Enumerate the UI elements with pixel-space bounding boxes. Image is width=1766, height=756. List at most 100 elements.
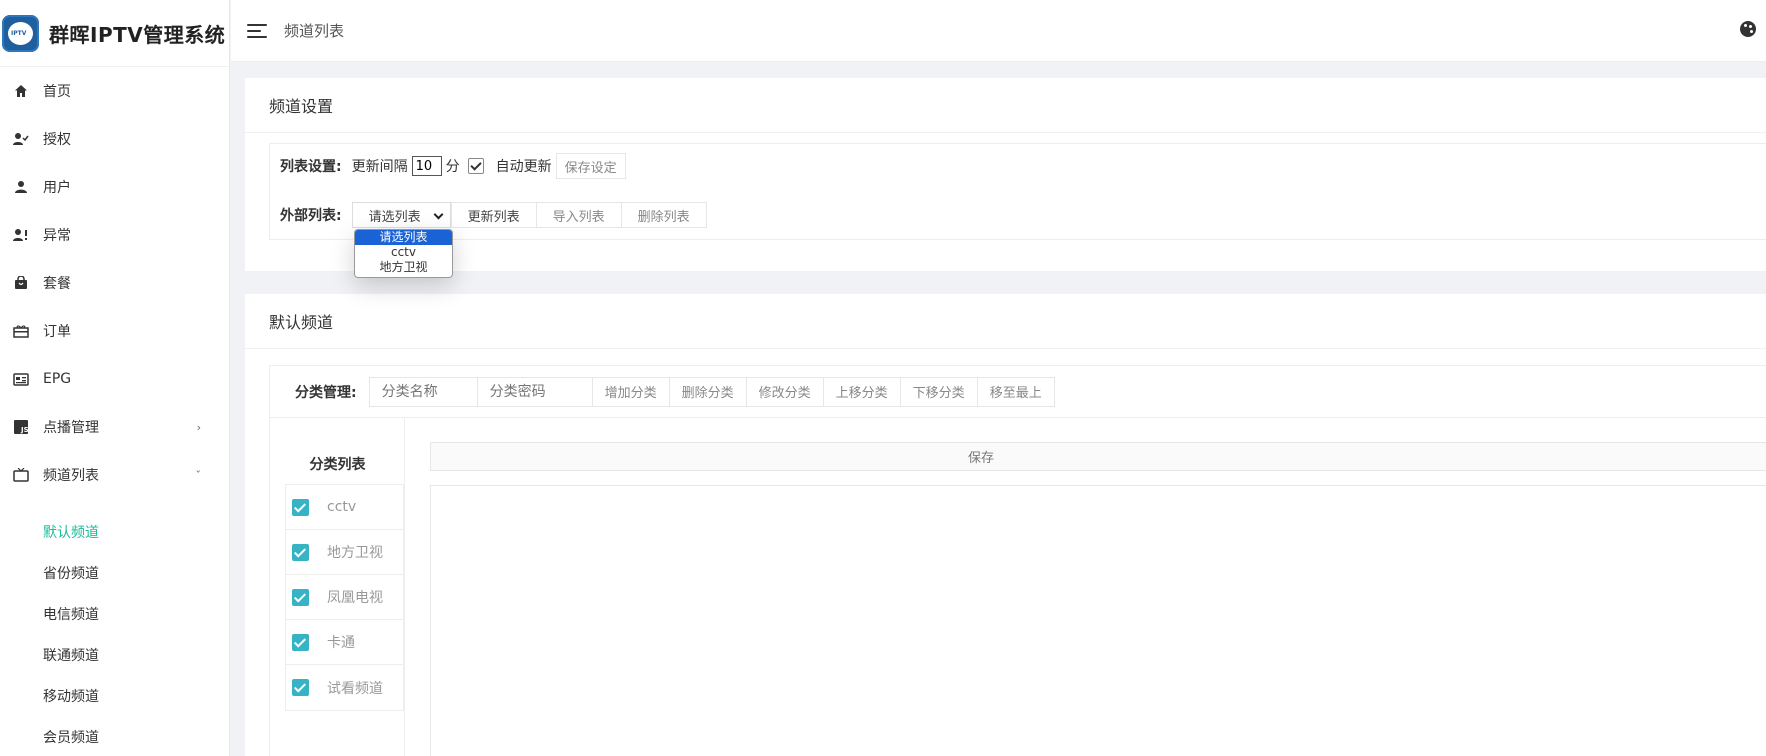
list-item[interactable]: 凤凰电视 xyxy=(286,575,403,620)
submenu-item-default[interactable]: 默认频道 xyxy=(0,511,229,552)
top-header: 频道列表 xyxy=(231,0,1766,62)
submenu-item-member[interactable]: 会员频道 xyxy=(0,716,229,756)
channel-content-area[interactable] xyxy=(430,485,1766,756)
user-icon xyxy=(13,179,29,195)
submenu-item-unicom[interactable]: 联通频道 xyxy=(0,634,229,675)
iptv-logo-icon xyxy=(2,14,39,52)
sidebar-item-channels[interactable]: 频道列表 ˇ xyxy=(0,451,229,499)
category-box: 分类管理: 增加分类 删除分类 修改分类 上移分类 下移分类 移至最上 分类列表… xyxy=(269,365,1766,756)
sidebar-item-vod[interactable]: JS 点播管理 › xyxy=(0,403,229,451)
category-name: cctv xyxy=(327,499,357,515)
sidebar-menu: 首页 授权 用户 异常 套餐 订单 EPG JS 点播管理 › 频道列表 ˇ xyxy=(0,67,229,499)
category-list: cctv 地方卫视 凤凰电视 卡通 试看频道 xyxy=(285,484,404,711)
category-name: 试看频道 xyxy=(327,680,383,697)
dropdown-option[interactable]: 地方卫视 xyxy=(355,260,452,275)
gift-icon xyxy=(13,323,29,339)
channel-submenu: 默认频道 省份频道 电信频道 联通频道 移动频道 会员频道 xyxy=(0,499,229,756)
list-item[interactable]: 地方卫视 xyxy=(286,530,403,575)
checkbox-checked-icon[interactable] xyxy=(292,498,309,516)
category-password-input[interactable] xyxy=(477,376,593,407)
submenu-item-mobile[interactable]: 移动频道 xyxy=(0,675,229,716)
list-button-group: 更新列表 导入列表 删除列表 xyxy=(450,202,707,228)
sidebar-item-users[interactable]: 用户 xyxy=(0,163,229,211)
update-list-button[interactable]: 更新列表 xyxy=(450,202,536,228)
palette-icon[interactable] xyxy=(1740,21,1756,37)
chevron-right-icon: › xyxy=(196,420,201,434)
sidebar-item-label: 频道列表 xyxy=(43,468,99,484)
move-top-category-button[interactable]: 移至最上 xyxy=(977,376,1055,407)
checkbox-checked-icon[interactable] xyxy=(292,543,309,561)
brand: 群晖IPTV管理系统 xyxy=(0,0,229,67)
sidebar-item-label: 异常 xyxy=(43,228,71,244)
user-check-icon xyxy=(13,131,29,147)
category-manage-label: 分类管理: xyxy=(295,384,357,401)
sidebar-item-orders[interactable]: 订单 xyxy=(0,307,229,355)
bag-icon xyxy=(13,275,29,291)
move-down-category-button[interactable]: 下移分类 xyxy=(900,376,978,407)
sidebar-item-package[interactable]: 套餐 xyxy=(0,259,229,307)
js-icon: JS xyxy=(13,419,29,435)
interval-unit: 分 xyxy=(445,159,460,175)
list-settings-label: 列表设置: xyxy=(280,159,342,175)
tv-icon xyxy=(13,467,29,483)
sidebar-item-epg[interactable]: EPG xyxy=(0,355,229,403)
delete-list-button[interactable]: 删除列表 xyxy=(620,202,707,228)
save-button[interactable]: 保存 xyxy=(430,442,1766,471)
list-item[interactable]: cctv xyxy=(286,485,403,530)
move-up-category-button[interactable]: 上移分类 xyxy=(823,376,901,407)
sidebar-item-abnormal[interactable]: 异常 xyxy=(0,211,229,259)
checkbox-checked-icon[interactable] xyxy=(292,679,309,696)
import-list-button[interactable]: 导入列表 xyxy=(535,202,621,228)
edit-category-button[interactable]: 修改分类 xyxy=(746,376,824,407)
interval-label: 更新间隔 xyxy=(351,159,408,175)
sidebar-item-label: EPG xyxy=(43,371,72,387)
sidebar-item-label: 订单 xyxy=(43,324,71,340)
page-title: 频道列表 xyxy=(284,22,345,40)
interval-input[interactable] xyxy=(411,156,442,176)
list-item[interactable]: 试看频道 xyxy=(286,665,403,710)
category-list-header: 分类列表 xyxy=(309,457,366,473)
sidebar-item-label: 授权 xyxy=(43,132,71,148)
external-list-row: 外部列表: 请选列表 更新列表 导入列表 删除列表 xyxy=(280,202,707,228)
sidebar-item-auth[interactable]: 授权 xyxy=(0,115,229,163)
submenu-item-telecom[interactable]: 电信频道 xyxy=(0,593,229,634)
sidebar: 群晖IPTV管理系统 首页 授权 用户 异常 xyxy=(0,0,230,756)
sidebar-item-home[interactable]: 首页 xyxy=(0,67,229,115)
auto-update-label: 自动更新 xyxy=(495,159,552,175)
list-settings-row: 列表设置: 更新间隔 分 自动更新 保存设定 xyxy=(280,153,626,179)
checkbox-checked-icon[interactable] xyxy=(292,633,309,651)
app-title: 群晖IPTV管理系统 xyxy=(49,22,226,47)
save-settings-button[interactable]: 保存设定 xyxy=(555,153,626,179)
list-item[interactable]: 卡通 xyxy=(286,620,403,665)
external-list-dropdown: 请选列表 cctv 地方卫视 xyxy=(354,229,453,278)
default-channel-card: 默认频道 分类管理: 增加分类 删除分类 修改分类 上移分类 下移分类 移至最上… xyxy=(245,294,1766,756)
category-name: 凤凰电视 xyxy=(327,590,383,606)
category-list-panel: 分类列表 cctv 地方卫视 凤凰电视 卡通 试看频道 xyxy=(270,418,405,756)
svg-text:JS: JS xyxy=(20,426,28,434)
sidebar-item-label: 用户 xyxy=(43,180,71,196)
epg-icon xyxy=(13,371,29,387)
card-title: 频道设置 xyxy=(245,78,1766,133)
chevron-down-icon: ˇ xyxy=(195,468,202,482)
sidebar-item-label: 首页 xyxy=(43,84,71,100)
checkbox-checked-icon[interactable] xyxy=(292,588,309,606)
channel-settings-card: 频道设置 列表设置: 更新间隔 分 自动更新 保存设定 外部列表: 请选列表 更… xyxy=(245,78,1766,271)
card-title: 默认频道 xyxy=(245,294,1766,349)
sidebar-item-label: 套餐 xyxy=(43,276,71,292)
dropdown-option[interactable]: cctv xyxy=(355,245,452,260)
home-icon xyxy=(13,83,29,99)
external-list-select[interactable]: 请选列表 xyxy=(351,202,451,228)
menu-toggle-icon[interactable] xyxy=(247,23,267,38)
category-name-input[interactable] xyxy=(368,376,478,407)
add-category-button[interactable]: 增加分类 xyxy=(592,376,670,407)
category-name: 卡通 xyxy=(327,635,355,651)
sidebar-item-label: 点播管理 xyxy=(43,420,99,436)
category-toolbar: 分类管理: 增加分类 删除分类 修改分类 上移分类 下移分类 移至最上 xyxy=(270,366,1766,418)
auto-update-checkbox[interactable] xyxy=(467,158,484,174)
settings-box: 列表设置: 更新间隔 分 自动更新 保存设定 外部列表: 请选列表 更新列表 导… xyxy=(269,143,1766,240)
submenu-item-province[interactable]: 省份频道 xyxy=(0,552,229,593)
external-list-label: 外部列表: xyxy=(280,208,342,224)
dropdown-option[interactable]: 请选列表 xyxy=(355,230,452,245)
delete-category-button[interactable]: 删除分类 xyxy=(669,376,747,407)
category-name: 地方卫视 xyxy=(327,545,383,561)
